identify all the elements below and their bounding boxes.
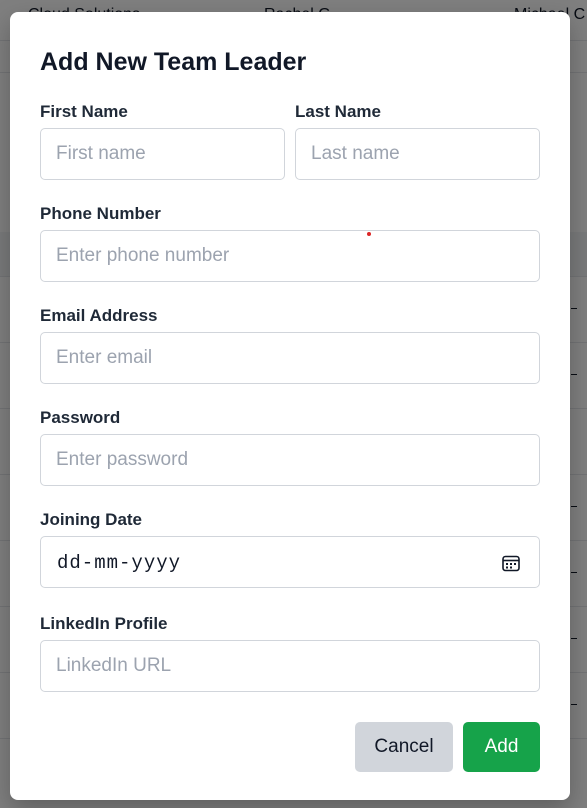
calendar-icon[interactable] — [501, 553, 521, 573]
last-name-input[interactable] — [295, 128, 540, 180]
email-input[interactable] — [40, 332, 540, 384]
linkedin-profile-label: LinkedIn Profile — [40, 614, 168, 633]
first-name-label: First Name — [40, 102, 128, 121]
joining-date-label: Joining Date — [40, 510, 143, 529]
date-placeholder: dd-mm-yyyy — [57, 552, 182, 574]
first-name-input[interactable] — [40, 128, 285, 180]
email-address-label: Email Address — [40, 306, 158, 325]
linkedin-url-input[interactable] — [40, 640, 540, 692]
last-name-label: Last Name — [295, 102, 381, 121]
add-button[interactable]: Add — [463, 722, 540, 772]
cursor-dot — [367, 232, 371, 236]
add-team-leader-dialog: Add New Team Leader First Name Last Name… — [10, 12, 570, 800]
cancel-button[interactable]: Cancel — [355, 722, 453, 772]
joining-date-input[interactable]: dd-mm-yyyy — [40, 536, 540, 588]
password-label: Password — [40, 408, 121, 427]
password-input[interactable] — [40, 434, 540, 486]
dialog-title: Add New Team Leader — [40, 48, 307, 76]
phone-number-label: Phone Number — [40, 204, 161, 223]
phone-number-input[interactable] — [40, 230, 540, 282]
